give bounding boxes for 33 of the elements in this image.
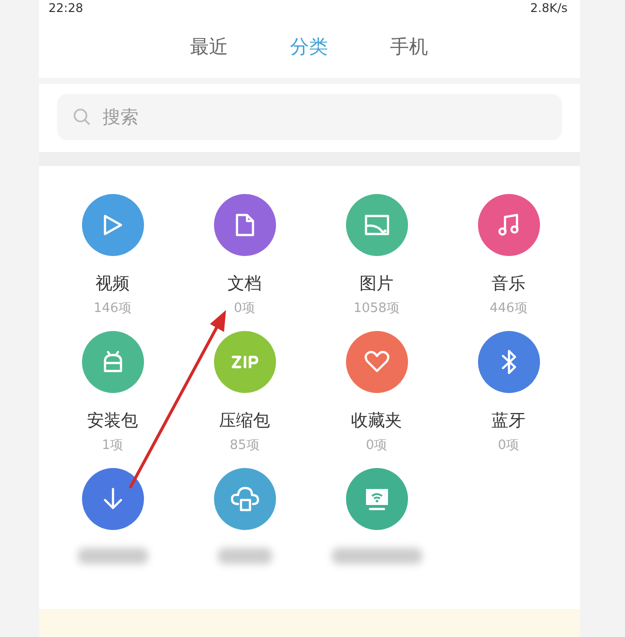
category-name: 图片 [360,273,394,295]
category-name: 蓝牙 [492,410,526,432]
document-icon [234,213,254,237]
category-name: 文档 [228,273,262,295]
category-name: 压缩包 [219,410,270,432]
status-time: 22:28 [48,1,84,15]
search-field[interactable]: 搜索 [100,106,546,128]
search-bar[interactable]: 搜索 [56,94,562,140]
bluetooth-icon [500,349,516,375]
tab[interactable]: 手机 [390,34,428,60]
zip-icon [230,355,258,369]
category-count: 1项 [102,437,124,454]
cloud-icon [230,486,260,512]
category-count: 1058项 [353,300,400,317]
category-name: 视频 [96,273,130,295]
category-name: 音乐 [492,273,526,295]
network-speed: 2.8K/s [530,1,568,15]
play-icon [102,213,124,237]
image-icon [364,214,390,236]
category-name: 收藏夹 [351,410,402,432]
category-count: 446项 [490,300,528,317]
tab[interactable]: 分类 [290,34,328,60]
category-count: 0项 [498,437,520,454]
router-icon [364,487,390,511]
search-icon [72,108,90,126]
music-note-icon [496,213,520,237]
category-name: 安装包 [87,410,138,432]
category-count: 146项 [94,300,132,317]
category-count: 0项 [234,300,256,317]
category-count: 0项 [366,437,388,454]
tab[interactable]: 最近 [190,34,228,60]
category-count: 85项 [230,437,260,454]
heart-icon [364,350,390,374]
